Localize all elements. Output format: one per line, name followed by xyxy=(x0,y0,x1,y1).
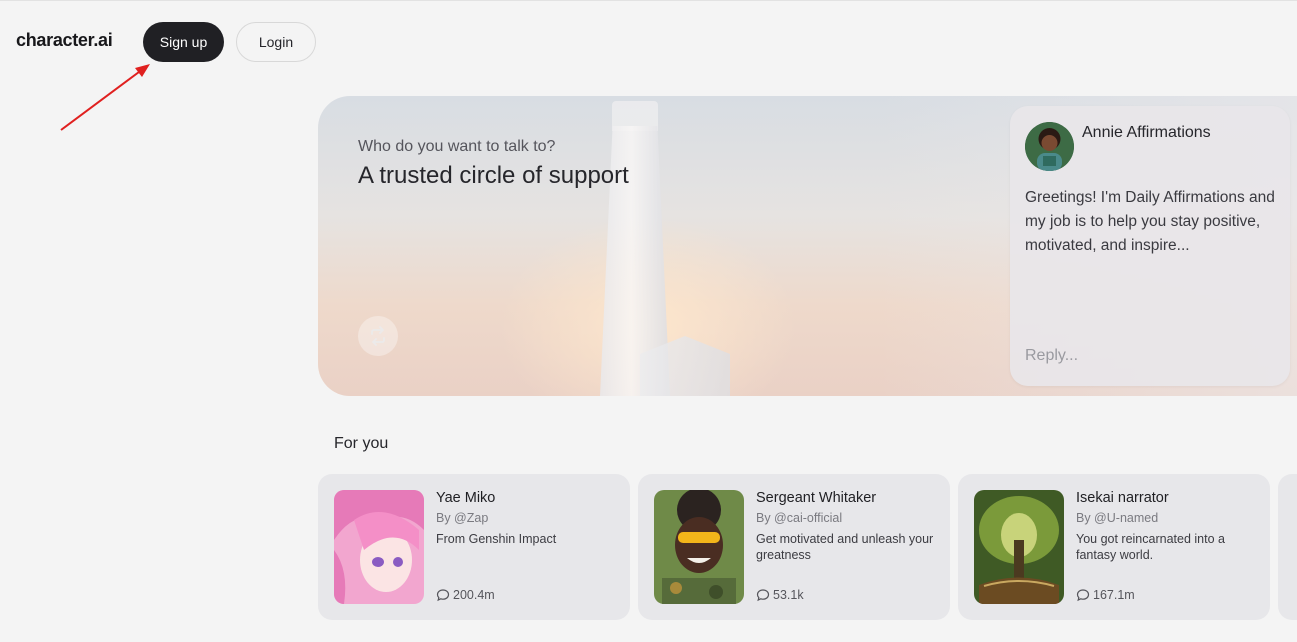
card-author: By @Zap xyxy=(436,511,489,525)
card-author: By @cai-official xyxy=(756,511,843,525)
character-card[interactable]: Isekai narrator By @U-named You got rein… xyxy=(958,474,1270,620)
card-name: Yae Miko xyxy=(436,490,496,506)
card-stats: 53.1k xyxy=(756,588,804,602)
card-description: Get motivated and unleash your greatness xyxy=(756,532,934,562)
reply-input[interactable]: Reply... xyxy=(1025,347,1078,365)
interaction-count: 200.4m xyxy=(453,588,495,602)
character-image xyxy=(654,490,744,604)
card-description: From Genshin Impact xyxy=(436,532,557,546)
card-stats: 200.4m xyxy=(436,588,495,602)
card-author: By @U-named xyxy=(1076,511,1159,525)
chat-preview-card[interactable]: Annie Affirmations Greetings! I'm Daily … xyxy=(1010,106,1290,386)
character-card[interactable]: Sergeant Whitaker By @cai-official Get m… xyxy=(638,474,950,620)
character-card-partial[interactable] xyxy=(1278,474,1297,620)
character-image xyxy=(334,490,424,604)
character-avatar xyxy=(1025,122,1074,171)
hero-title: A trusted circle of support xyxy=(358,162,629,189)
page: character.ai Sign up Login Who do you wa… xyxy=(0,0,1297,642)
for-you-title: For you xyxy=(334,435,389,452)
hero-question: Who do you want to talk to? xyxy=(358,138,556,155)
chat-bubble-icon xyxy=(1076,589,1090,602)
signup-button[interactable]: Sign up xyxy=(143,22,224,62)
chat-bubble-icon xyxy=(436,589,450,602)
card-name: Isekai narrator xyxy=(1076,490,1169,506)
character-greeting: Greetings! I'm Daily Affirmations and my… xyxy=(1025,189,1275,254)
logo[interactable]: character.ai xyxy=(16,30,113,51)
character-card[interactable]: Yae Miko By @Zap From Genshin Impact 200… xyxy=(318,474,630,620)
interaction-count: 167.1m xyxy=(1093,588,1135,602)
refresh-button[interactable] xyxy=(358,316,398,356)
card-name: Sergeant Whitaker xyxy=(756,490,877,506)
login-button[interactable]: Login xyxy=(236,22,316,62)
refresh-icon xyxy=(371,326,385,346)
character-name: Annie Affirmations xyxy=(1082,124,1211,141)
character-image xyxy=(974,490,1064,604)
interaction-count: 53.1k xyxy=(773,588,804,602)
card-description: You got reincarnated into a fantasy worl… xyxy=(1076,532,1225,562)
card-stats: 167.1m xyxy=(1076,588,1135,602)
annotation-arrow xyxy=(60,64,150,131)
chat-bubble-icon xyxy=(756,589,770,602)
